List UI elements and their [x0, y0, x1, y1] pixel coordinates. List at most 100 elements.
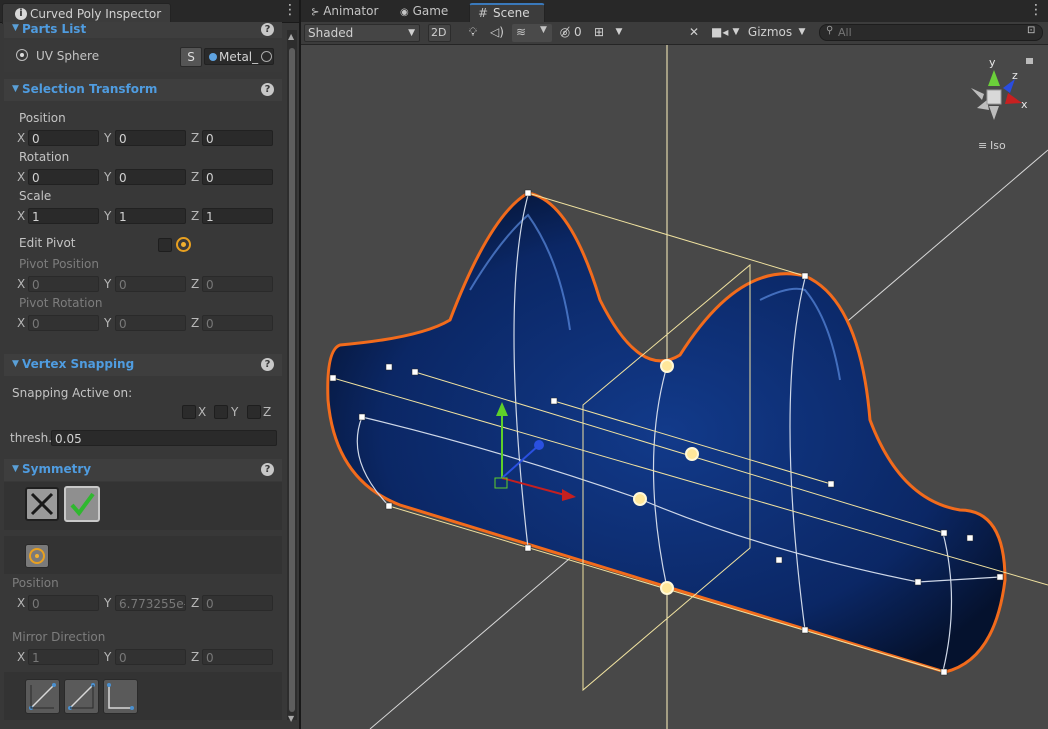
- lighting-icon[interactable]: 💡︎: [465, 23, 481, 41]
- shading-mode-dropdown[interactable]: Shaded ▼: [304, 24, 420, 42]
- edit-pivot-checkbox[interactable]: [158, 238, 172, 252]
- snap-x-checkbox[interactable]: [182, 405, 196, 419]
- help-icon[interactable]: ?: [261, 358, 274, 371]
- control-point[interactable]: [966, 534, 974, 542]
- scene-search-box[interactable]: ⚲ ⊡: [819, 24, 1043, 41]
- projection-label[interactable]: Iso: [990, 139, 1006, 152]
- toggle-2d-button[interactable]: 2D: [428, 24, 451, 42]
- scene-menu-icon[interactable]: ⋮: [1029, 3, 1043, 17]
- chevron-down-icon[interactable]: ▼: [731, 23, 741, 41]
- help-icon[interactable]: ?: [261, 463, 274, 476]
- search-input[interactable]: [838, 25, 1018, 40]
- mirror-y-field: 0: [115, 649, 186, 665]
- animator-tab-label: Animator: [323, 4, 379, 18]
- control-point[interactable]: [385, 502, 393, 510]
- symmetry-handle[interactable]: [660, 581, 674, 595]
- control-point[interactable]: [827, 480, 835, 488]
- axis-z-label: Z: [191, 170, 200, 184]
- orientation-y-label: y: [989, 56, 996, 69]
- control-point[interactable]: [524, 189, 532, 197]
- help-icon[interactable]: ?: [261, 83, 274, 96]
- control-point[interactable]: [801, 272, 809, 280]
- control-point[interactable]: [996, 573, 1004, 581]
- search-filter-icon[interactable]: ⊡: [1027, 25, 1035, 36]
- mirror-corner-button[interactable]: [103, 679, 138, 714]
- axis-z-label: Z: [191, 650, 200, 664]
- help-icon[interactable]: ?: [261, 23, 274, 36]
- parts-list-header[interactable]: ▼ Parts List ?: [4, 22, 282, 38]
- hidden-objects-icon[interactable]: ◎̸: [557, 23, 573, 41]
- inspector-scroll-thumb[interactable]: [289, 48, 295, 712]
- control-point[interactable]: [940, 668, 948, 676]
- rotation-x-field[interactable]: 0: [28, 169, 99, 185]
- scroll-down-icon[interactable]: ▼: [288, 714, 294, 723]
- vertex-snapping-header[interactable]: ▼ Vertex Snapping ?: [4, 354, 282, 376]
- audio-icon[interactable]: ◁): [489, 23, 505, 41]
- grid-snap-icon[interactable]: ⊞: [591, 23, 607, 41]
- scale-x-field[interactable]: 1: [28, 208, 99, 224]
- tab-curved-poly-inspector[interactable]: i Curved Poly Inspector: [2, 3, 171, 24]
- object-picker-icon[interactable]: [261, 51, 272, 62]
- control-point[interactable]: [550, 397, 558, 405]
- rotation-y-field[interactable]: 0: [115, 169, 186, 185]
- snap-x-label: X: [198, 405, 207, 419]
- chevron-down-icon[interactable]: ▼: [797, 23, 807, 41]
- close-icon: [30, 492, 54, 516]
- orientation-cube[interactable]: [986, 89, 1002, 105]
- tools-icon[interactable]: ✕: [686, 23, 702, 41]
- control-point[interactable]: [358, 413, 366, 421]
- control-point[interactable]: [524, 544, 532, 552]
- foldout-arrow-icon: ▼: [12, 84, 19, 94]
- mirror-diagonal-right-button[interactable]: [64, 679, 99, 714]
- camera-icon[interactable]: ■◂: [711, 23, 728, 41]
- part-s-button[interactable]: S: [180, 47, 202, 67]
- position-x-field[interactable]: 0: [28, 130, 99, 146]
- effects-toggle[interactable]: ≋ ▼: [512, 24, 552, 42]
- control-point[interactable]: [914, 578, 922, 586]
- axis-z-label: Z: [191, 277, 200, 291]
- position-z-field[interactable]: 0: [202, 130, 273, 146]
- gizmo-z-handle[interactable]: [534, 440, 544, 450]
- tab-scene[interactable]: # Scene: [469, 3, 545, 23]
- scale-z-field[interactable]: 1: [202, 208, 273, 224]
- control-point[interactable]: [940, 529, 948, 537]
- parts-list-title: Parts List: [22, 22, 87, 36]
- tab-animator[interactable]: ⊱ Animator: [311, 4, 378, 18]
- control-point[interactable]: [801, 626, 809, 634]
- position-y-field[interactable]: 0: [115, 130, 186, 146]
- panel-menu-icon[interactable]: ⋮: [283, 3, 297, 17]
- rotation-z-field[interactable]: 0: [202, 169, 273, 185]
- snap-y-checkbox[interactable]: [214, 405, 228, 419]
- thresh-field[interactable]: 0.05: [51, 430, 277, 446]
- material-field[interactable]: Metal_: [204, 48, 274, 65]
- control-point[interactable]: [329, 374, 337, 382]
- tab-game[interactable]: ◉ Game: [400, 4, 448, 18]
- mirror-z-field: 0: [202, 649, 273, 665]
- snap-z-checkbox[interactable]: [247, 405, 261, 419]
- symmetry-on-button[interactable]: [64, 486, 100, 522]
- projection-menu-icon[interactable]: ≡: [978, 139, 987, 152]
- selection-transform-header[interactable]: ▼ Selection Transform ?: [4, 79, 282, 101]
- pivot-target-icon[interactable]: [176, 237, 191, 252]
- axis-z-label: Z: [191, 316, 200, 330]
- scale-y-field[interactable]: 1: [115, 208, 186, 224]
- symmetry-handle[interactable]: [633, 492, 647, 506]
- symmetry-handle[interactable]: [660, 359, 674, 373]
- control-point[interactable]: [411, 368, 419, 376]
- chevron-down-icon[interactable]: ▼: [614, 23, 624, 41]
- scroll-up-icon[interactable]: ▲: [288, 32, 294, 41]
- symmetry-pivot-button[interactable]: [25, 544, 49, 568]
- mirror-diagonal-left-button[interactable]: [25, 679, 60, 714]
- lock-icon[interactable]: [1026, 58, 1033, 64]
- scene-toolbar: Shaded ▼ 2D 💡︎ ◁) ≋ ▼ ◎̸ 0 ⊞ ▼ ✕ ■◂ ▼ Gi…: [301, 22, 1048, 45]
- symmetry-handle[interactable]: [685, 447, 699, 461]
- foldout-arrow-icon: ▼: [12, 464, 19, 474]
- symmetry-off-button[interactable]: [25, 487, 59, 521]
- control-point[interactable]: [385, 363, 393, 371]
- hidden-objects-count: 0: [574, 25, 582, 39]
- symmetry-header[interactable]: ▼ Symmetry ?: [4, 459, 282, 481]
- gizmos-button[interactable]: Gizmos: [745, 23, 795, 41]
- scene-viewport[interactable]: y z x ≡ Iso: [301, 45, 1048, 729]
- control-point[interactable]: [775, 556, 783, 564]
- radio-selected-icon[interactable]: [16, 49, 28, 61]
